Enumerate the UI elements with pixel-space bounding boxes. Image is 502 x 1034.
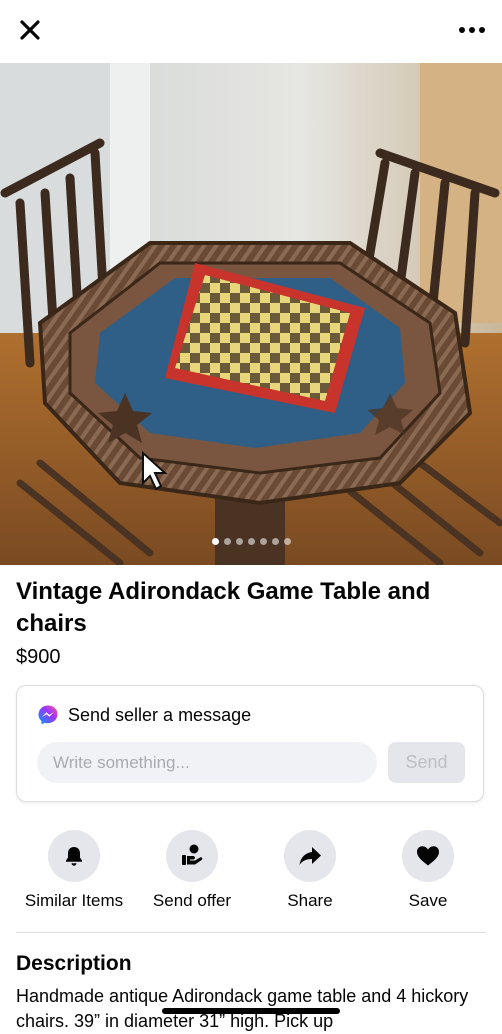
more-options-button[interactable] xyxy=(456,14,488,46)
description-heading: Description xyxy=(16,952,132,975)
carousel-dot[interactable] xyxy=(211,538,219,545)
carousel-dot[interactable] xyxy=(223,538,231,545)
save-label: Save xyxy=(408,891,448,910)
share-icon-circle[interactable] xyxy=(284,830,336,882)
message-input[interactable] xyxy=(37,742,377,783)
carousel-dot[interactable] xyxy=(271,538,279,545)
send-offer-label: Send offer xyxy=(152,891,232,910)
share-label: Share xyxy=(287,891,333,910)
similar-items-button[interactable]: Similar Items xyxy=(14,830,134,911)
top-bar xyxy=(0,0,502,62)
section-divider xyxy=(16,932,486,933)
more-horizontal-icon xyxy=(459,27,485,33)
carousel-indicator xyxy=(0,538,502,545)
send-offer-icon-circle[interactable] xyxy=(166,830,218,882)
message-seller-header: Send seller a message xyxy=(37,704,251,726)
home-indicator xyxy=(162,1008,340,1014)
save-button[interactable]: Save xyxy=(368,830,488,911)
carousel-dot[interactable] xyxy=(235,538,243,545)
bell-icon xyxy=(66,847,82,866)
close-button[interactable] xyxy=(14,14,46,46)
carousel-dot[interactable] xyxy=(283,538,291,545)
listing-title: Vintage Adirondack Game Table and chairs xyxy=(16,578,431,637)
send-button[interactable]: Send xyxy=(388,742,465,783)
offer-hand-icon xyxy=(182,844,203,865)
action-bar: Similar Items Send offer Share Save xyxy=(0,830,502,920)
carousel-dot[interactable] xyxy=(259,538,267,545)
heart-icon xyxy=(417,846,439,866)
similar-items-label: Similar Items xyxy=(24,891,124,910)
messenger-icon xyxy=(38,705,58,725)
share-arrow-icon xyxy=(299,847,321,865)
similar-items-icon-circle[interactable] xyxy=(48,830,100,882)
message-seller-card: Send seller a message Send xyxy=(16,685,484,802)
send-offer-button[interactable]: Send offer xyxy=(132,830,252,911)
message-seller-heading: Send seller a message xyxy=(68,704,252,725)
listing-price: $900 xyxy=(16,646,61,668)
product-photo xyxy=(0,63,502,565)
share-button[interactable]: Share xyxy=(250,830,370,911)
close-icon xyxy=(20,20,40,40)
carousel-dot[interactable] xyxy=(247,538,255,545)
save-icon-circle[interactable] xyxy=(402,830,454,882)
product-photo-carousel[interactable] xyxy=(0,63,502,565)
